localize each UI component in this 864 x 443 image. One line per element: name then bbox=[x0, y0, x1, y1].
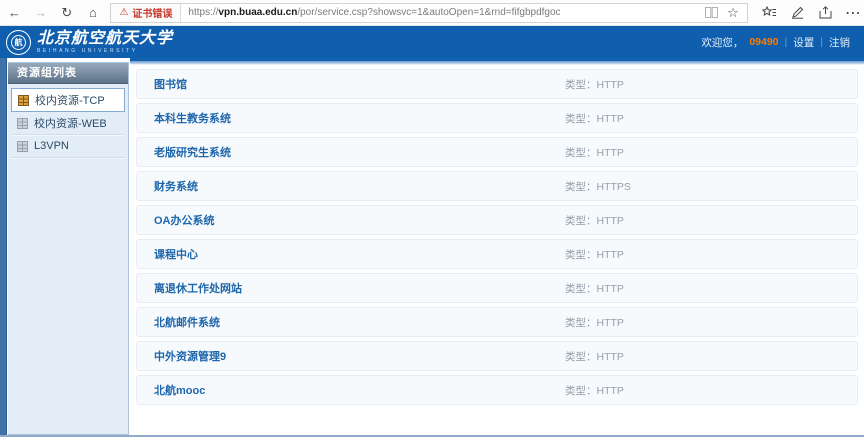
sidebar-item-label: 校内资源-TCP bbox=[35, 92, 105, 108]
university-name-cn: 北京航空航天大学 bbox=[37, 31, 173, 47]
sidebar-item-intranet-web[interactable]: 校内资源-WEB bbox=[11, 112, 125, 135]
certificate-error-badge[interactable]: ⚠ 证书错误 bbox=[111, 4, 181, 22]
resource-name-link[interactable]: 老版研究生系统 bbox=[137, 144, 231, 160]
sidebar-item-label: 校内资源-WEB bbox=[34, 115, 107, 131]
browser-toolbar: ← → ↻ ⌂ ⚠ 证书错误 https://vpn.buaa.edu.cn/p… bbox=[0, 0, 864, 26]
reading-view-icon[interactable] bbox=[701, 2, 721, 24]
resource-row-course-center[interactable]: 课程中心 类型：HTTP bbox=[136, 239, 858, 269]
forward-button[interactable]: → bbox=[29, 2, 52, 24]
resource-type: 类型：HTTP bbox=[565, 349, 624, 364]
separator: | bbox=[820, 36, 823, 48]
resource-name-link[interactable]: 课程中心 bbox=[137, 246, 198, 262]
resource-row-finance-system[interactable]: 财务系统 类型：HTTPS bbox=[136, 171, 858, 201]
sidebar-item-label: L3VPN bbox=[34, 140, 69, 152]
separator: | bbox=[785, 36, 788, 48]
resource-row-mail-system[interactable]: 北航邮件系统 类型：HTTP bbox=[136, 307, 858, 337]
url-path: /por/service.csp?showsvc=1&autoOpen=1&rn… bbox=[297, 7, 560, 18]
url-text[interactable]: https://vpn.buaa.edu.cn/por/service.csp?… bbox=[181, 7, 701, 18]
sidebar-item-l3vpn[interactable]: L3VPN bbox=[11, 135, 125, 158]
resource-list: 图书馆 类型：HTTP 本科生教务系统 类型：HTTP 老版研究生系统 类型：H… bbox=[130, 65, 864, 405]
university-logo-emblem: 航 bbox=[11, 35, 26, 50]
resource-name-link[interactable]: 财务系统 bbox=[137, 178, 198, 194]
university-brand: 航 北京航空航天大学 BEIHANG UNIVERSITY bbox=[6, 30, 173, 55]
sidebar-item-intranet-tcp[interactable]: 校内资源-TCP bbox=[11, 88, 125, 112]
site-header: 航 北京航空航天大学 BEIHANG UNIVERSITY 欢迎您， 09490 … bbox=[0, 26, 864, 58]
resource-row-old-graduate-system[interactable]: 老版研究生系统 类型：HTTP bbox=[136, 137, 858, 167]
resource-group-icon bbox=[18, 95, 29, 106]
logout-link[interactable]: 注销 bbox=[829, 35, 850, 50]
back-button[interactable]: ← bbox=[3, 2, 26, 24]
hub-favorites-icon[interactable] bbox=[758, 2, 780, 24]
resource-type: 类型：HTTP bbox=[565, 247, 624, 262]
url-domain: vpn.buaa.edu.cn bbox=[218, 7, 297, 18]
header-accent-bar bbox=[130, 58, 864, 65]
settings-link[interactable]: 设置 bbox=[793, 35, 814, 50]
resource-name-link[interactable]: OA办公系统 bbox=[137, 212, 215, 228]
resource-type: 类型：HTTPS bbox=[565, 179, 631, 194]
welcome-label: 欢迎您， bbox=[701, 35, 743, 50]
page-body: 资源组列表 校内资源-TCP 校内资源-WEB L3VPN 图书馆 类型：HTT… bbox=[0, 58, 864, 439]
resource-row-library[interactable]: 图书馆 类型：HTTP bbox=[136, 69, 858, 99]
resource-type: 类型：HTTP bbox=[565, 383, 624, 398]
resource-row-resource-management[interactable]: 中外资源管理9 类型：HTTP bbox=[136, 341, 858, 371]
resource-row-oa-office[interactable]: OA办公系统 类型：HTTP bbox=[136, 205, 858, 235]
resource-list-panel: 图书馆 类型：HTTP 本科生教务系统 类型：HTTP 老版研究生系统 类型：H… bbox=[130, 58, 864, 435]
share-icon[interactable] bbox=[814, 2, 836, 24]
warning-icon: ⚠ bbox=[119, 7, 128, 18]
resource-type: 类型：HTTP bbox=[565, 77, 624, 92]
resource-type: 类型：HTTP bbox=[565, 145, 624, 160]
username: 09490 bbox=[749, 36, 778, 48]
page-footer-line bbox=[0, 435, 864, 437]
refresh-button[interactable]: ↻ bbox=[55, 2, 78, 24]
address-bar[interactable]: ⚠ 证书错误 https://vpn.buaa.edu.cn/por/servi… bbox=[110, 3, 748, 23]
resource-name-link[interactable]: 本科生教务系统 bbox=[137, 110, 231, 126]
resource-type: 类型：HTTP bbox=[565, 111, 624, 126]
resource-group-icon bbox=[17, 118, 28, 129]
resource-type: 类型：HTTP bbox=[565, 281, 624, 296]
university-name-en: BEIHANG UNIVERSITY bbox=[37, 49, 173, 54]
resource-type: 类型：HTTP bbox=[565, 213, 624, 228]
resource-row-undergrad-affairs[interactable]: 本科生教务系统 类型：HTTP bbox=[136, 103, 858, 133]
resource-row-retirement-office[interactable]: 离退休工作处网站 类型：HTTP bbox=[136, 273, 858, 303]
university-logo: 航 bbox=[6, 30, 31, 55]
url-scheme: https:// bbox=[188, 7, 218, 18]
certificate-error-label: 证书错误 bbox=[132, 5, 172, 20]
page-left-margin bbox=[0, 58, 7, 437]
more-options-icon[interactable]: ⋯ bbox=[842, 2, 864, 24]
resource-name-link[interactable]: 图书馆 bbox=[137, 76, 187, 92]
resource-name-link[interactable]: 北航邮件系统 bbox=[137, 314, 220, 330]
web-notes-pen-icon[interactable] bbox=[786, 2, 808, 24]
sidebar-title: 资源组列表 bbox=[8, 63, 128, 84]
favorite-star-icon[interactable]: ☆ bbox=[723, 2, 743, 24]
resource-group-sidebar: 资源组列表 校内资源-TCP 校内资源-WEB L3VPN bbox=[8, 62, 129, 435]
resource-type: 类型：HTTP bbox=[565, 315, 624, 330]
resource-row-mooc[interactable]: 北航mooc 类型：HTTP bbox=[136, 375, 858, 405]
resource-name-link[interactable]: 离退休工作处网站 bbox=[137, 280, 242, 296]
resource-group-icon bbox=[17, 141, 28, 152]
resource-name-link[interactable]: 北航mooc bbox=[137, 382, 205, 398]
resource-name-link[interactable]: 中外资源管理9 bbox=[137, 348, 226, 364]
user-area: 欢迎您， 09490 | 设置 | 注销 bbox=[701, 35, 850, 50]
home-button[interactable]: ⌂ bbox=[81, 2, 104, 24]
